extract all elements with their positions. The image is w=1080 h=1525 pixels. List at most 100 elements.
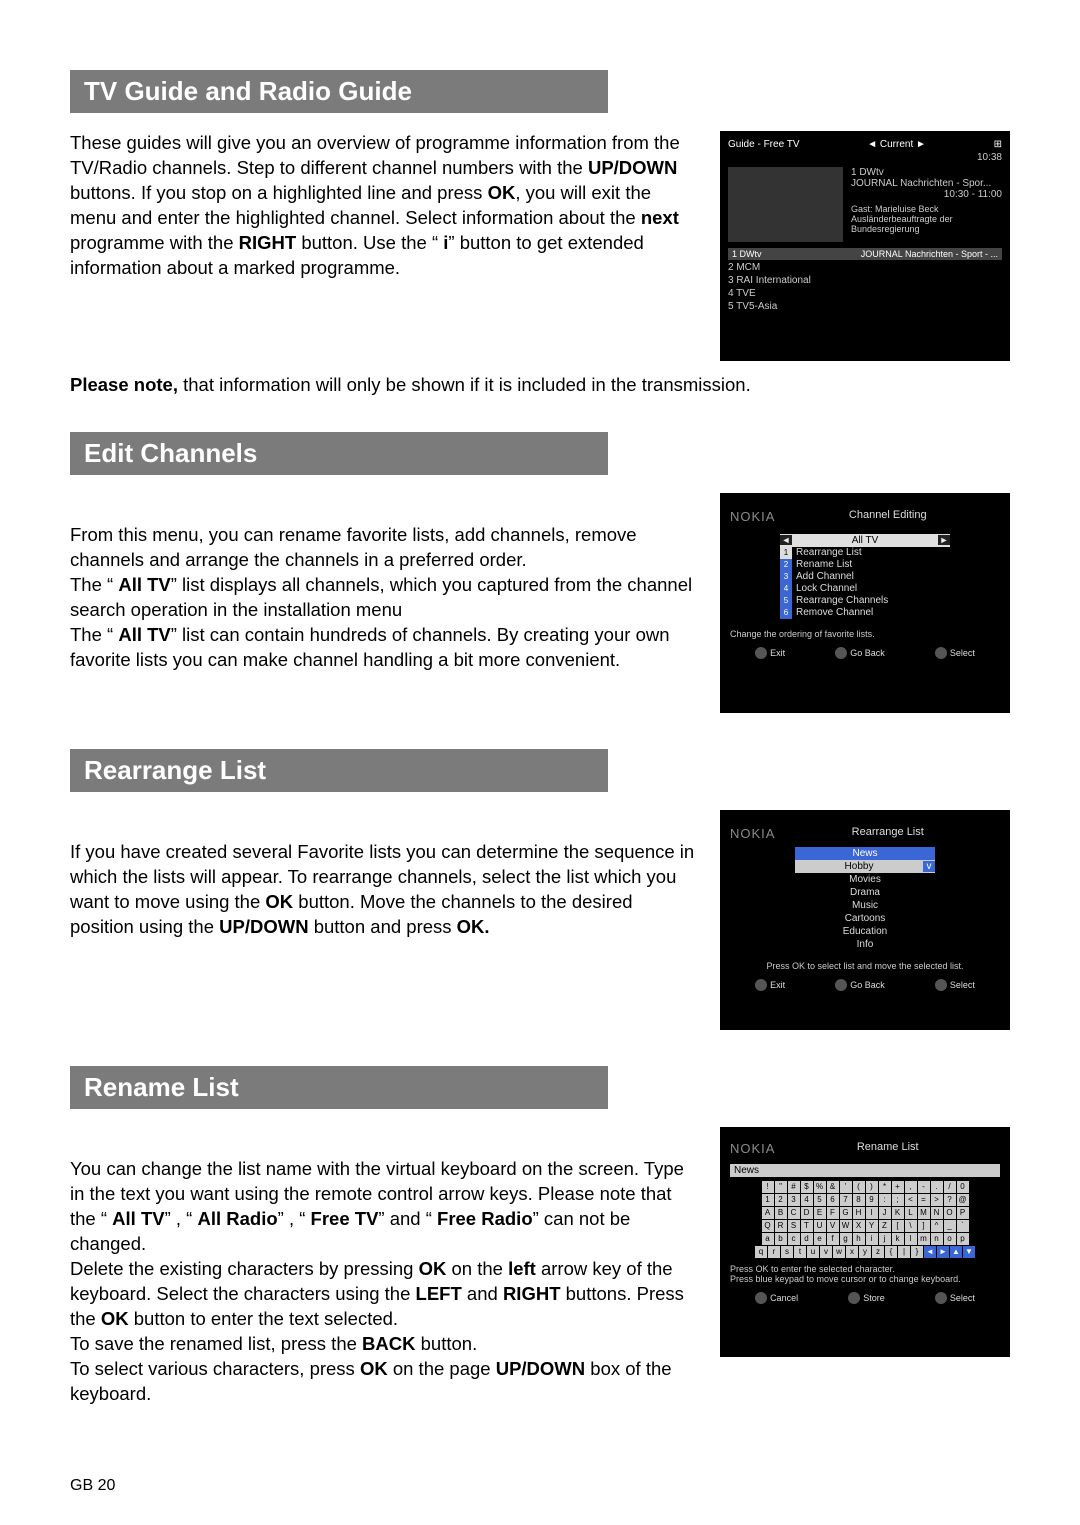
kb-key: q <box>755 1246 767 1258</box>
btn-label: Select <box>950 648 975 658</box>
ok-icon <box>935 1292 947 1304</box>
kw-updown: UP/DOWN <box>496 1358 585 1379</box>
current-channel: 1 DWtv <box>851 167 1002 178</box>
kb-key: J <box>879 1207 891 1219</box>
list-item: Movies <box>795 873 935 886</box>
kw-allradio: All Radio <box>197 1208 277 1229</box>
kb-key: r <box>768 1246 780 1258</box>
kw-updown: UP/DOWN <box>219 916 308 937</box>
t: button to enter the text selected. <box>129 1308 398 1329</box>
ch-item: 2 MCM <box>728 262 1002 273</box>
hint-text: Press blue keypad to move cursor or to c… <box>730 1274 1000 1284</box>
kw-ok: OK <box>101 1308 129 1329</box>
kb-key: a <box>762 1233 774 1245</box>
grid-icon: ⊞ <box>994 139 1002 150</box>
shot-title: Guide - Free TV <box>728 139 800 150</box>
banner-left: 1 DWtv <box>732 249 762 259</box>
row-edit-channels: From this menu, you can rename favorite … <box>70 493 1010 713</box>
t: on the page <box>388 1358 496 1379</box>
kb-key: ] <box>918 1220 930 1232</box>
back-icon <box>835 647 847 659</box>
kb-key: 5 <box>814 1194 826 1206</box>
kb-key: | <box>898 1246 910 1258</box>
screenshot-rearrange-list: NOKIA Rearrange List News Hobbyv Movies … <box>720 810 1010 1030</box>
kb-key: 4 <box>801 1194 813 1206</box>
kb-key: 0 <box>957 1181 969 1193</box>
heading-rename-list: Rename List <box>70 1066 608 1109</box>
kb-key: t <box>794 1246 806 1258</box>
kb-key: ► <box>937 1246 949 1258</box>
kb-key: z <box>872 1246 884 1258</box>
text-rearrange-list: If you have created several Favorite lis… <box>70 810 720 940</box>
menu-item: Rearrange List <box>796 547 862 558</box>
kw-left: left <box>508 1258 536 1279</box>
t: The “ <box>70 624 118 645</box>
kb-key: } <box>911 1246 923 1258</box>
kb-key: p <box>957 1233 969 1245</box>
t: on the <box>446 1258 508 1279</box>
kb-key: : <box>879 1194 891 1206</box>
screenshot-tv-guide: Guide - Free TV ◄ Current ► ⊞ 10:38 1 DW… <box>720 131 1010 361</box>
kb-key: F <box>827 1207 839 1219</box>
kb-key: [ <box>892 1220 904 1232</box>
list-item: Music <box>795 899 935 912</box>
kb-row: qrstuvwxyz{|}◄►▲▼ <box>730 1246 1000 1258</box>
btn-label: Cancel <box>770 1293 798 1303</box>
t: buttons. If you stop on a highlighted li… <box>70 182 488 203</box>
kb-key: % <box>814 1181 826 1193</box>
kb-key: . <box>931 1181 943 1193</box>
btn-label: Exit <box>770 648 785 658</box>
prog-time: 10:30 - 11:00 <box>851 189 1002 200</box>
kb-key: l <box>905 1233 917 1245</box>
shot-nav: ◄ Current ► <box>867 139 926 150</box>
kb-key: - <box>918 1181 930 1193</box>
kw-ok: OK <box>265 891 293 912</box>
p: From this menu, you can rename favorite … <box>70 523 700 573</box>
btn-label: Go Back <box>850 648 885 658</box>
t: ” , “ <box>165 1208 198 1229</box>
brand-logo: NOKIA <box>730 509 775 524</box>
back-icon <box>835 979 847 991</box>
kb-key: o <box>944 1233 956 1245</box>
kb-key: ▼ <box>963 1246 975 1258</box>
shot-time: 10:38 <box>728 152 1002 163</box>
btn-label: Store <box>863 1293 885 1303</box>
btn-label: Select <box>950 1293 975 1303</box>
menu-item: Rename List <box>796 559 852 570</box>
kb-key: 2 <box>775 1194 787 1206</box>
menu-top-label: All TV <box>852 535 879 546</box>
kb-key: # <box>788 1181 800 1193</box>
kb-key: X <box>853 1220 865 1232</box>
list-item: Cartoons <box>795 912 935 925</box>
kb-key: B <box>775 1207 787 1219</box>
kw-RIGHT: RIGHT <box>503 1283 561 1304</box>
kb-key: O <box>944 1207 956 1219</box>
t: button. <box>416 1333 478 1354</box>
kb-key: j <box>879 1233 891 1245</box>
kb-row: ABCDEFGHIJKLMNOP <box>730 1207 1000 1219</box>
rename-field: News <box>730 1164 1000 1177</box>
banner-right: JOURNAL Nachrichten - Sport - ... <box>861 249 998 259</box>
kb-key: < <box>905 1194 917 1206</box>
text-rename-list: You can change the list name with the vi… <box>70 1127 720 1407</box>
kb-key: > <box>931 1194 943 1206</box>
hint-text: Press OK to select list and move the sel… <box>730 961 1000 971</box>
virtual-keyboard: !"#$%&'()*+,-./0123456789:;<=>?@ABCDEFGH… <box>730 1181 1000 1258</box>
kb-key: e <box>814 1233 826 1245</box>
t: programme with the <box>70 232 239 253</box>
list-item: Education <box>795 925 935 938</box>
arrow-right-icon: ► <box>938 535 950 545</box>
kb-key: ! <box>762 1181 774 1193</box>
kb-key: u <box>807 1246 819 1258</box>
kb-key: K <box>892 1207 904 1219</box>
t: button and press <box>309 916 457 937</box>
btn-label: Exit <box>770 980 785 990</box>
kb-key: A <box>762 1207 774 1219</box>
shot-title: Channel Editing <box>849 509 927 524</box>
back-icon <box>848 1292 860 1304</box>
kb-key: _ <box>944 1220 956 1232</box>
t: that information will only be shown if i… <box>178 374 751 395</box>
kb-key: 9 <box>866 1194 878 1206</box>
text-tv-guide: These guides will give you an overview o… <box>70 131 720 281</box>
ok-icon <box>935 647 947 659</box>
